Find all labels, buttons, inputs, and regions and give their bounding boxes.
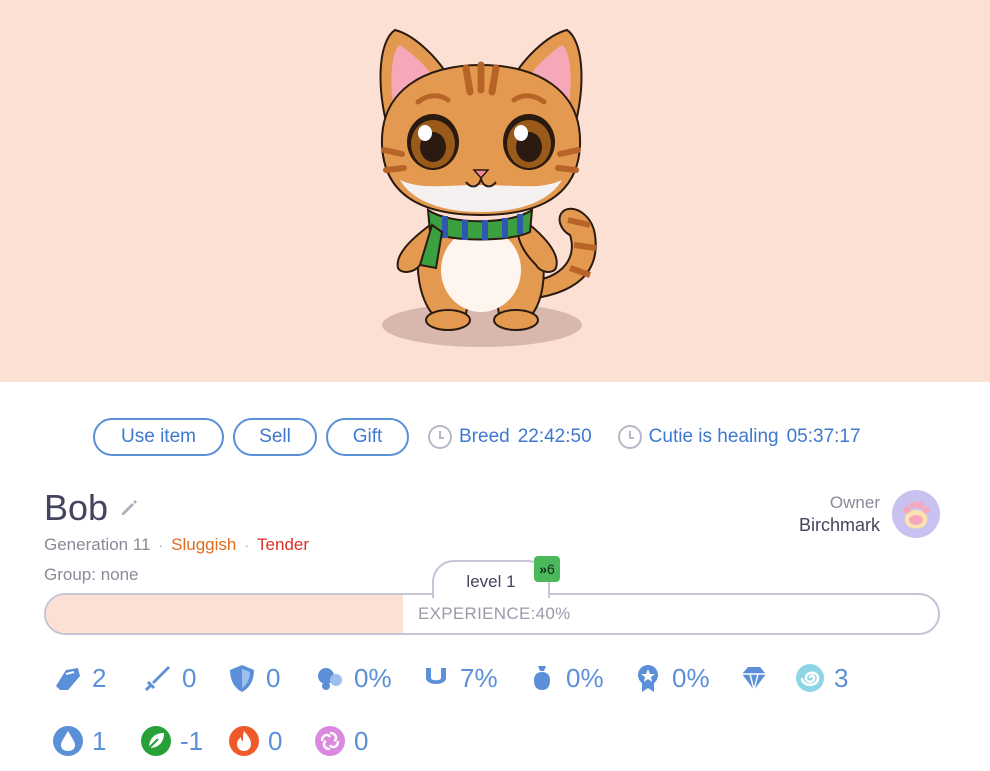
- stat-value: 7%: [460, 662, 498, 693]
- cat-illustration: [379, 28, 597, 347]
- experience-bar: EXPERIENCE:40%: [44, 593, 940, 635]
- stat-vortex[interactable]: 0: [314, 725, 394, 757]
- paw-icon: [892, 490, 940, 538]
- horseshoe-icon: [426, 668, 446, 684]
- water-icon: [53, 726, 83, 756]
- stat-fire[interactable]: 0: [228, 725, 314, 757]
- breed-timer: Breed 22:42:50: [428, 425, 592, 449]
- stat-luck[interactable]: 7%: [420, 662, 526, 694]
- action-bar: Use item Sell Gift Breed 22:42:50 Cutie …: [93, 416, 877, 458]
- healing-timer: Cutie is healing 05:37:17: [617, 425, 861, 449]
- cutie-hero: [0, 0, 990, 382]
- generation-label: Generation 11: [44, 535, 151, 554]
- attack-icon: [56, 668, 80, 690]
- cutie-meta: Generation 11 · Sluggish · Tender: [44, 535, 309, 555]
- stat-spiral[interactable]: 3: [794, 662, 874, 694]
- level-label: level 1: [466, 572, 516, 591]
- money-bag-icon: [534, 666, 550, 690]
- stat-value: 0: [268, 725, 283, 756]
- experience-text: EXPERIENCE:40%: [418, 604, 571, 623]
- gift-button[interactable]: Gift: [326, 418, 409, 456]
- boost-count: 6: [547, 561, 555, 577]
- stat-nature[interactable]: -1: [140, 725, 228, 757]
- stat-water[interactable]: 1: [52, 725, 140, 757]
- stat-value: 0%: [672, 662, 710, 693]
- stat-value: 0: [266, 662, 281, 693]
- stat-value: -1: [180, 725, 204, 756]
- breed-label: Breed: [459, 426, 510, 447]
- level-boost-badge[interactable]: » 6: [534, 556, 560, 582]
- nature-icon: [141, 726, 171, 756]
- healing-time: 05:37:17: [786, 426, 861, 447]
- stat-attack[interactable]: 2: [52, 662, 142, 694]
- stats-row-2: 1 -1 0 0: [52, 725, 394, 757]
- owner-name[interactable]: Birchmark: [799, 515, 880, 536]
- sell-button[interactable]: Sell: [233, 418, 317, 456]
- spiral-icon: [796, 664, 824, 692]
- stat-value: 0%: [354, 662, 392, 693]
- fire-icon: [229, 726, 259, 756]
- medal-icon: [638, 665, 658, 692]
- stat-value: 0: [354, 725, 369, 756]
- edit-pencil-icon[interactable]: [120, 499, 138, 517]
- clock-icon: [617, 425, 642, 449]
- stat-value: 3: [834, 662, 849, 693]
- diamond-icon: [742, 667, 766, 691]
- group-label: Group: none: [44, 565, 139, 584]
- owner-avatar[interactable]: [892, 490, 940, 538]
- stat-value: 0: [182, 662, 197, 693]
- stat-value: 0%: [566, 662, 604, 693]
- level-tab: level 1: [432, 560, 550, 598]
- cutie-name: Bob: [44, 487, 109, 528]
- dodge-icon: [318, 668, 342, 690]
- use-item-button[interactable]: Use item: [93, 418, 224, 456]
- experience-fill: [46, 595, 403, 633]
- shield-icon: [230, 665, 254, 692]
- separator: ·: [158, 537, 164, 553]
- separator: ·: [244, 537, 250, 553]
- stat-dodge[interactable]: 0%: [314, 662, 420, 694]
- cutie-name-row: Bob: [44, 487, 138, 529]
- trait-tender[interactable]: Tender: [257, 535, 309, 555]
- stat-diamond[interactable]: [738, 662, 794, 694]
- vortex-icon: [315, 726, 345, 756]
- stat-value: 2: [92, 662, 107, 693]
- owner-label: Owner: [829, 493, 880, 512]
- double-chevron-up-icon: »: [539, 561, 547, 577]
- stat-medal[interactable]: 0%: [632, 662, 738, 694]
- breed-time: 22:42:50: [517, 426, 592, 447]
- sword-icon: [144, 666, 170, 692]
- stat-value: 1: [92, 725, 107, 756]
- trait-sluggish[interactable]: Sluggish: [171, 535, 236, 555]
- clock-icon: [428, 425, 452, 449]
- stats-row-1: 2 0 0 0% 7% 0% 0% 3: [52, 662, 874, 694]
- healing-label: Cutie is healing: [648, 426, 779, 447]
- stat-sword[interactable]: 0: [142, 662, 226, 694]
- stat-money[interactable]: 0%: [526, 662, 632, 694]
- stat-shield[interactable]: 0: [226, 662, 314, 694]
